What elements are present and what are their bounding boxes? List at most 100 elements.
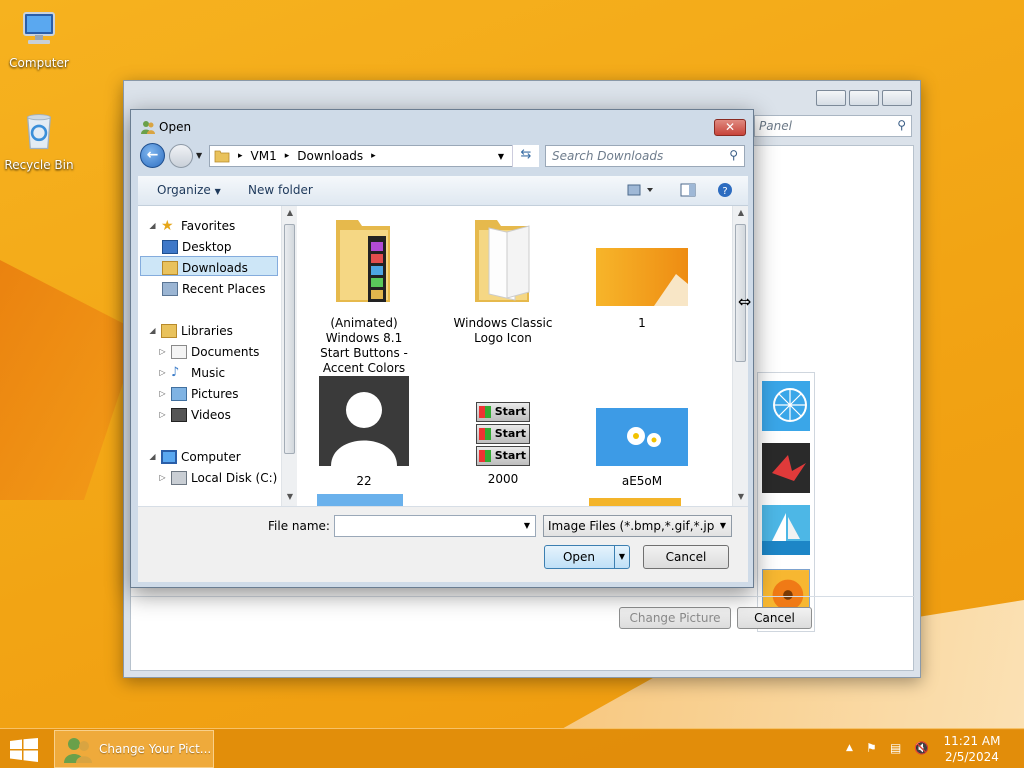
ferris-wheel-thumbnail[interactable]	[762, 381, 810, 431]
file-item[interactable]: Windows Classic Logo Icon	[438, 214, 568, 346]
file-type-select[interactable]: Image Files (*.bmp,*.gif,*.jpg,*. ▼	[543, 515, 732, 537]
volume-muted-icon[interactable]: 🔇	[914, 741, 929, 755]
change-picture-button[interactable]: Change Picture	[619, 607, 731, 629]
desktop-icon	[162, 239, 178, 254]
file-name: aE5oM	[621, 474, 663, 488]
nav-item-music[interactable]: ▷ ♪ Music	[158, 363, 225, 382]
view-options-icon[interactable]	[627, 182, 659, 198]
nav-item-recent-places[interactable]: Recent Places	[162, 279, 265, 298]
close-button[interactable]	[882, 90, 912, 106]
dialog-close-button[interactable]: ✕	[714, 119, 746, 136]
file-item[interactable]: Start Start Start 2000	[438, 402, 568, 487]
scroll-down-arrow-icon[interactable]: ▼	[282, 492, 298, 501]
search-icon: ⚲	[897, 118, 906, 132]
forward-arrow-icon[interactable]	[169, 144, 193, 168]
separator	[131, 596, 915, 597]
resize-cursor-icon: ⇔	[738, 292, 752, 311]
preview-pane-icon[interactable]	[680, 182, 696, 198]
desktop-icon-label: Computer	[9, 56, 69, 70]
search-downloads-input[interactable]: Search Downloads ⚲	[545, 145, 745, 167]
refresh-icon[interactable]: ⇆	[512, 145, 539, 167]
clock-date: 2/5/2024	[945, 750, 999, 764]
user-avatar-thumbnail	[319, 376, 409, 466]
breadcrumb-downloads[interactable]: Downloads	[297, 149, 363, 163]
users-icon	[64, 738, 92, 763]
nav-item-downloads[interactable]: Downloads	[162, 258, 248, 277]
background-cancel-button[interactable]: Cancel	[737, 607, 812, 629]
new-folder-button[interactable]: New folder	[248, 183, 313, 197]
dialog-title: Open	[159, 120, 192, 134]
file-item[interactable]: 22	[299, 376, 429, 489]
scroll-up-arrow-icon[interactable]: ▲	[733, 208, 749, 217]
scroll-down-arrow-icon[interactable]: ▼	[733, 492, 749, 501]
file-name: (Animated) Windows 8.1 Start Buttons - A…	[320, 316, 408, 375]
origami-crane-thumbnail[interactable]	[762, 443, 810, 493]
downloads-folder-icon	[162, 260, 178, 275]
back-arrow-icon[interactable]: ←	[140, 143, 165, 168]
desktop-icon-recycle-bin[interactable]: Recycle Bin	[4, 112, 74, 172]
maximize-button[interactable]	[849, 90, 879, 106]
folder-icon	[214, 150, 230, 163]
recent-places-icon	[162, 281, 178, 296]
file-name-input[interactable]: ▼	[334, 515, 536, 537]
file-item[interactable]: 1	[577, 214, 707, 331]
show-hidden-icons-icon[interactable]: ▲	[846, 743, 853, 753]
drive-icon	[171, 470, 187, 485]
image-thumbnail	[596, 248, 688, 306]
system-clock[interactable]: 11:21 AM 2/5/2024	[936, 733, 1008, 765]
svg-text:?: ?	[722, 186, 727, 197]
command-bar: Organize ▼ New folder ?	[138, 176, 748, 206]
nav-item-local-disk[interactable]: ▷ Local Disk (C:)	[158, 468, 277, 487]
partial-thumbnail	[317, 494, 403, 506]
folder-icon	[336, 220, 390, 302]
taskbar: Change Your Pict... ▲ ⚑ ▤ 🔇 11:21 AM 2/5…	[0, 728, 1024, 768]
scrollbar-thumb[interactable]	[284, 224, 295, 454]
nav-item-pictures[interactable]: ▷ Pictures	[158, 384, 239, 403]
address-bar[interactable]: ▸ VM1 ▸ Downloads ▸ ▼	[209, 145, 539, 167]
star-icon: ★	[161, 217, 174, 234]
action-center-flag-icon[interactable]: ⚑	[866, 741, 877, 755]
address-dropdown-icon[interactable]: ▼	[498, 152, 504, 161]
daisy-thumbnail	[596, 408, 688, 466]
start-buttons-thumbnail: Start Start Start	[476, 402, 530, 466]
open-button[interactable]: Open ▼	[544, 545, 630, 569]
picture-gallery[interactable]	[757, 372, 815, 632]
network-icon[interactable]: ▤	[890, 741, 901, 755]
file-list: (Animated) Windows 8.1 Start Buttons - A…	[297, 206, 733, 506]
file-name-area: File name: ▼ Image Files (*.bmp,*.gif,*.…	[138, 506, 748, 582]
search-icon: ⚲	[729, 148, 738, 162]
desktop-icon-computer[interactable]: Computer	[4, 10, 74, 70]
nav-item-documents[interactable]: ▷ Documents	[158, 342, 259, 361]
control-panel-search-input[interactable]: Panel ⚲	[754, 115, 912, 137]
windows-start-icon[interactable]	[10, 738, 38, 762]
navigation-scrollbar[interactable]: ▲ ▼	[281, 206, 297, 506]
nav-item-computer[interactable]: ◢ Computer	[148, 447, 241, 466]
file-type-dropdown-icon[interactable]: ▼	[715, 516, 731, 536]
recent-locations-dropdown-icon[interactable]: ▼	[196, 151, 202, 160]
file-name-label: File name:	[268, 519, 330, 533]
sailboat-thumbnail[interactable]	[762, 505, 810, 555]
scroll-up-arrow-icon[interactable]: ▲	[282, 208, 298, 217]
nav-item-favorites[interactable]: ◢ ★ Favorites	[148, 216, 235, 235]
organize-menu[interactable]: Organize ▼	[157, 183, 221, 197]
wallpaper-shape-left	[0, 260, 140, 500]
minimize-button[interactable]	[816, 90, 846, 106]
breadcrumb-vm1[interactable]: VM1	[251, 149, 277, 163]
file-name: 2000	[487, 472, 519, 486]
navigation-pane: ◢ ★ Favorites Desktop Downloads Recent Pla…	[138, 206, 288, 506]
open-file-dialog: Open ✕ ← ▼ ▸ VM1 ▸ Downloads ▸ ▼ ⇆ Searc…	[130, 109, 754, 588]
file-name-dropdown-icon[interactable]: ▼	[524, 521, 530, 530]
videos-icon	[171, 407, 187, 422]
file-list-scrollbar[interactable]: ▲ ▼	[732, 206, 748, 506]
nav-item-desktop[interactable]: Desktop	[162, 237, 232, 256]
nav-item-videos[interactable]: ▷ Videos	[158, 405, 231, 424]
taskbar-app-change-picture[interactable]: Change Your Pict...	[54, 730, 214, 768]
file-item[interactable]: aE5oM	[577, 408, 707, 489]
nav-item-libraries[interactable]: ◢ Libraries	[148, 321, 233, 340]
music-icon: ♪	[171, 364, 180, 380]
desktop-icon-label: Recycle Bin	[4, 158, 74, 172]
help-icon[interactable]: ?	[717, 182, 733, 198]
file-item[interactable]: (Animated) Windows 8.1 Start Buttons - A…	[299, 214, 429, 376]
dialog-cancel-button[interactable]: Cancel	[643, 545, 729, 569]
open-options-dropdown-icon[interactable]: ▼	[614, 546, 629, 568]
